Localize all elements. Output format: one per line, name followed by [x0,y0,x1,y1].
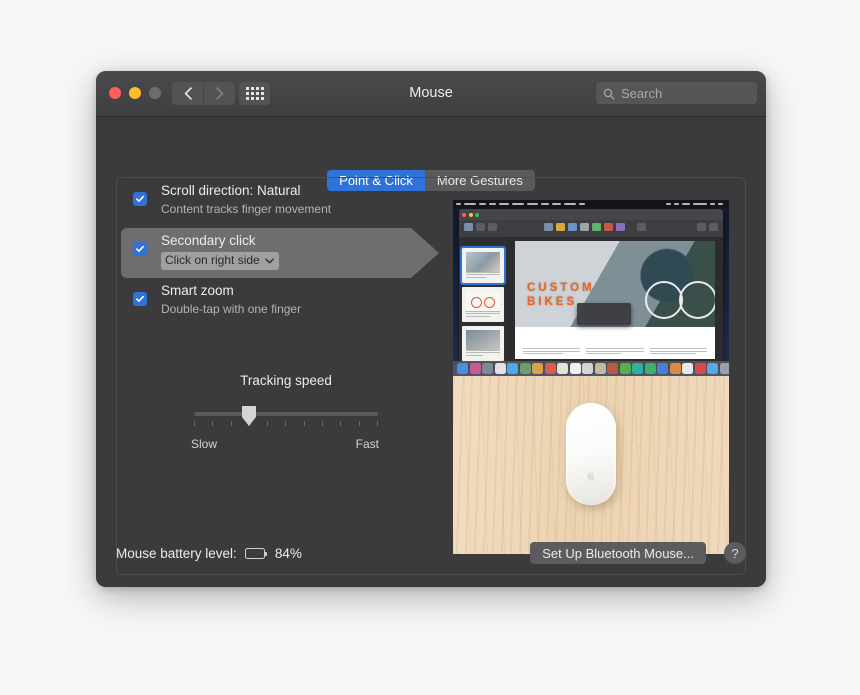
option-title: Scroll direction: Natural [161,183,301,198]
help-button[interactable]: ? [724,542,746,564]
preview-window-content: CUSTOM BIKES [459,237,723,365]
slider-end-labels: Slow Fast [191,437,381,453]
preview-toolbar [459,220,723,238]
preview-dock [453,361,729,376]
slider-track [194,412,378,416]
slider-thumb[interactable] [240,405,258,427]
battery-icon [244,548,267,559]
option-title: Smart zoom [161,283,234,298]
settings-panel: Scroll direction: Natural Content tracks… [116,177,746,575]
preview-menubar [453,200,729,207]
search-icon [603,87,615,100]
battery-percent: 84% [274,546,302,561]
preview-document-page: CUSTOM BIKES [515,241,715,359]
window-titlebar: Mouse Search [96,71,766,117]
battery-label: Mouse battery level: [116,546,237,561]
magic-mouse-illustration [566,403,616,505]
window-body: Point & Click More Gestures Scroll direc… [96,117,766,587]
slider-slow-label: Slow [191,437,218,451]
secondary-click-dropdown[interactable]: Click on right side [161,252,279,270]
option-secondary-click[interactable]: Secondary click Click on right side [117,228,453,278]
mouse-preferences-window: Mouse Search Point & Click More Gestures [96,71,766,587]
preview-thumbnail [460,246,506,285]
option-scroll-direction[interactable]: Scroll direction: Natural Content tracks… [117,178,453,228]
chevron-down-icon [265,258,274,264]
slider-ticks [194,421,378,426]
options-list: Scroll direction: Natural Content tracks… [117,178,453,328]
preview-window-title [459,212,723,217]
option-smart-zoom[interactable]: Smart zoom Double-tap with one finger [117,278,453,328]
headline-line-1: CUSTOM [527,282,595,294]
preview-pages-window: CUSTOM BIKES [459,209,723,365]
gesture-preview: CUSTOM BIKES [453,200,729,554]
preview-window-titlebar [459,209,723,220]
battery-status: Mouse battery level: 84% [116,546,302,561]
scroll-direction-checkbox[interactable] [133,192,147,206]
option-title: Secondary click [161,233,256,248]
option-subtitle: Content tracks finger movement [161,202,332,216]
search-input[interactable]: Search [596,82,757,104]
preview-page-thumbnails [459,237,507,365]
bottom-bar: Mouse battery level: 84% Set Up Bluetoot… [96,532,766,587]
option-subtitle: Double-tap with one finger [161,302,302,316]
tracking-speed-slider[interactable] [191,402,381,434]
preview-thumbnail [462,287,504,322]
preview-document-columns [523,348,707,355]
secondary-click-dropdown-value: Click on right side [165,253,260,267]
apple-logo-icon [586,470,596,481]
preview-thumbnail [462,326,504,361]
tracking-speed-control: Tracking speed Slow Fast [191,373,381,453]
preview-context-menu [577,303,631,325]
secondary-click-checkbox[interactable] [133,242,147,256]
bicycle-illustration [645,267,715,319]
search-placeholder: Search [621,85,663,101]
preview-desktop-screenshot: CUSTOM BIKES [453,200,729,376]
preview-mouse-photo [453,376,729,554]
smart-zoom-checkbox[interactable] [133,292,147,306]
set-up-bluetooth-mouse-button[interactable]: Set Up Bluetooth Mouse... [530,542,706,564]
slider-fast-label: Fast [355,437,379,451]
preview-document-canvas: CUSTOM BIKES [507,237,723,365]
tracking-speed-label: Tracking speed [240,373,332,388]
